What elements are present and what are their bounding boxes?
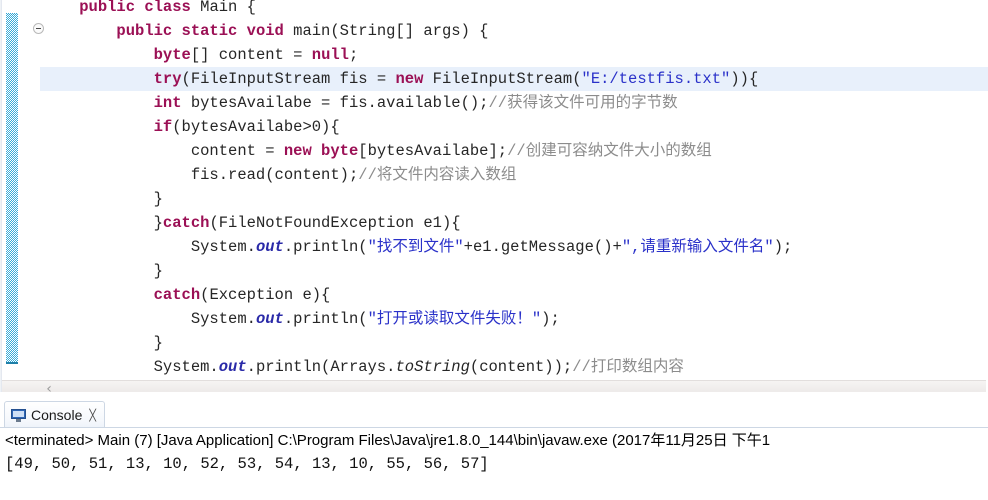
code-token-cmtg: //打印数组内容: [572, 358, 684, 376]
code-token-plain: fis.read(content);: [42, 166, 359, 184]
code-token-plain: .println(: [283, 310, 368, 328]
code-token-cmtg: //将文件内容读入数组: [358, 166, 517, 184]
console-tab-label: Console: [31, 407, 83, 423]
code-token-plain: [bytesAvailabe];: [358, 142, 508, 160]
code-token-plain: }: [42, 214, 163, 232]
code-token-plain: System.: [42, 238, 256, 256]
monitor-stand-shape: [16, 418, 21, 422]
monitor-icon: [11, 408, 26, 422]
code-token-plain: );: [773, 238, 793, 256]
editor-horizontal-scrollbar[interactable]: ‹: [2, 380, 986, 392]
code-line[interactable]: System.out.println(Arrays.toString(conte…: [40, 355, 988, 379]
code-token-kw: new: [395, 70, 424, 88]
code-token-plain: (content));: [469, 358, 573, 376]
annotation-fold-band[interactable]: [6, 13, 18, 364]
code-token-plain: )){: [730, 70, 759, 88]
code-token-plain: FileInputStream(: [423, 70, 582, 88]
code-token-kw: try: [153, 70, 182, 88]
code-token-plain: (Exception e){: [200, 286, 331, 304]
code-token-plain: }: [42, 190, 163, 208]
eclipse-ide-window: public class Main { public static void m…: [0, 0, 988, 500]
code-token-plain: content =: [42, 142, 284, 160]
code-token-plain: .println(Arrays.: [246, 358, 396, 376]
code-token-mth: toString: [395, 358, 470, 376]
code-token-plain: );: [541, 310, 560, 328]
code-line[interactable]: }: [40, 331, 988, 355]
code-line[interactable]: public class Main {: [40, 0, 988, 19]
code-token-kw: public static void: [116, 22, 294, 40]
console-launch-line: <terminated> Main (7) [Java Application]…: [5, 432, 771, 449]
code-line[interactable]: }: [40, 187, 988, 211]
code-token-plain: +e1.getMessage()+: [463, 238, 622, 256]
scroll-left-arrow-icon[interactable]: ‹: [42, 382, 56, 392]
code-token-kw: catch: [162, 214, 210, 232]
console-panel[interactable]: Console ╳ <terminated> Main (7) [Java Ap…: [0, 400, 988, 500]
code-line[interactable]: public static void main(String[] args) {: [40, 19, 988, 43]
code-line[interactable]: if(bytesAvailabe>0){: [40, 115, 988, 139]
code-token-plain: ;: [348, 46, 359, 64]
code-line[interactable]: catch(Exception e){: [40, 283, 988, 307]
code-line[interactable]: try(FileInputStream fis = new FileInputS…: [40, 67, 988, 91]
code-token-plain: (FileInputStream fis =: [181, 70, 396, 88]
code-line[interactable]: fis.read(content);//将文件内容读入数组: [40, 163, 988, 187]
code-token-str: "E:/testfis.txt": [581, 70, 731, 88]
code-text-area[interactable]: public class Main { public static void m…: [40, 0, 988, 380]
code-line[interactable]: }: [40, 259, 988, 283]
code-token-plain: .println(: [283, 238, 368, 256]
code-token-fld: out: [255, 238, 284, 256]
code-token-plain: main(String[] args) {: [293, 22, 489, 40]
code-token-str: "找不到文件": [367, 238, 464, 256]
code-token-plain: bytesAvailabe = fis.available();: [181, 94, 489, 112]
editor-gutter[interactable]: [2, 0, 44, 380]
code-token-fld: out: [218, 358, 247, 376]
code-line[interactable]: content = new byte[bytesAvailabe];//创建可容…: [40, 139, 988, 163]
code-token-plain: (FileNotFoundException e1){: [209, 214, 461, 232]
console-tab-bar: Console ╳: [0, 400, 988, 428]
code-token-kw: catch: [153, 286, 201, 304]
code-token-cmtg: //获得该文件可用的字节数: [488, 94, 678, 112]
tab-console[interactable]: Console ╳: [4, 401, 105, 428]
code-token-kw: int: [153, 94, 182, 112]
console-tab-underline: [0, 427, 988, 428]
code-token-plain: }: [42, 334, 163, 352]
monitor-screen-shape: [11, 408, 26, 419]
code-token-kw: public class: [79, 0, 201, 16]
code-token-plain: [] content =: [190, 46, 312, 64]
code-token-plain: Main {: [200, 0, 256, 16]
code-line[interactable]: System.out.println("找不到文件"+e1.getMessage…: [40, 235, 988, 259]
code-token-plain: }: [42, 262, 163, 280]
code-token-plain: System.: [42, 358, 219, 376]
fold-band-bottom-cap: [6, 362, 18, 364]
code-line[interactable]: }catch(FileNotFoundException e1){: [40, 211, 988, 235]
code-token-kw: byte: [153, 46, 191, 64]
close-icon[interactable]: ╳: [89, 409, 96, 422]
code-line[interactable]: byte[] content = null;: [40, 43, 988, 67]
code-token-plain: System.: [42, 310, 256, 328]
console-output-area[interactable]: <terminated> Main (7) [Java Application]…: [0, 430, 988, 500]
code-token-kw: if: [153, 118, 173, 136]
code-lines: public class Main { public static void m…: [40, 0, 988, 379]
code-token-kw: null: [311, 46, 349, 64]
console-output-line: [49, 50, 51, 13, 10, 52, 53, 54, 13, 10,…: [5, 455, 489, 473]
code-token-str: "打开或读取文件失败！": [367, 310, 542, 328]
code-token-cmtg: //创建可容纳文件大小的数组: [507, 142, 712, 160]
code-line[interactable]: System.out.println("打开或读取文件失败！");: [40, 307, 988, 331]
code-token-kw: new byte: [283, 142, 359, 160]
code-line[interactable]: int bytesAvailabe = fis.available();//获得…: [40, 91, 988, 115]
code-token-plain: (bytesAvailabe>0){: [172, 118, 340, 136]
code-token-fld: out: [255, 310, 284, 328]
code-editor-panel[interactable]: public class Main { public static void m…: [0, 0, 988, 392]
code-token-str: ",请重新输入文件名": [621, 238, 774, 256]
